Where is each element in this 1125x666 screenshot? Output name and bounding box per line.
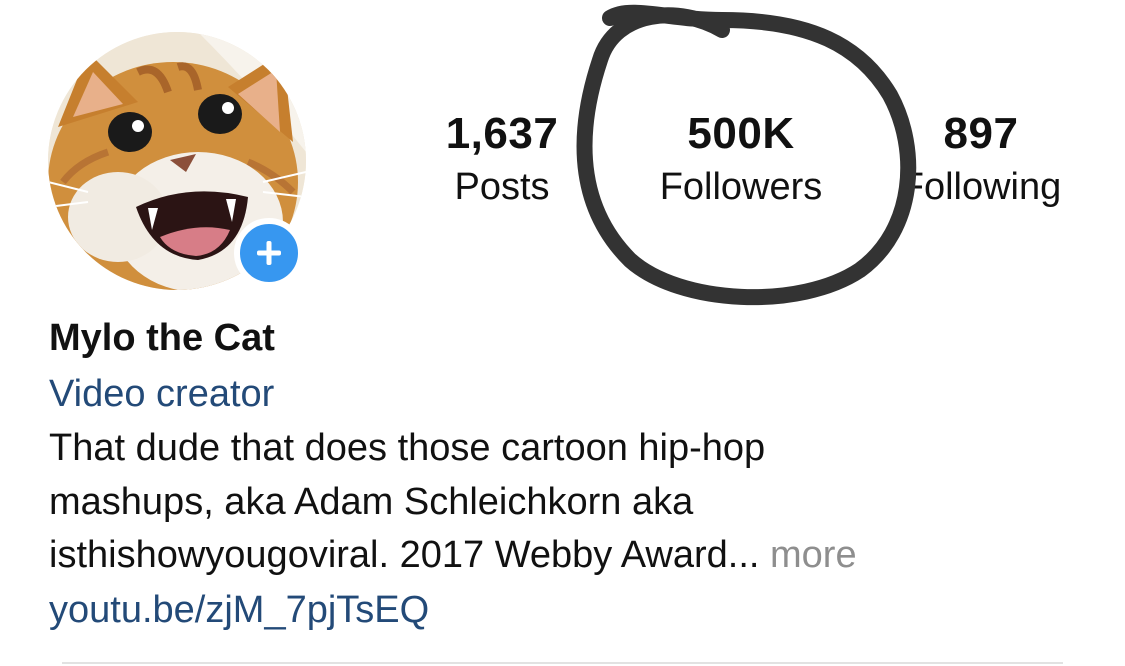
stat-posts[interactable]: 1,637 Posts xyxy=(392,108,612,210)
profile-link[interactable]: youtu.be/zjM_7pjTsEQ xyxy=(49,584,429,636)
followers-label: Followers xyxy=(659,166,823,208)
posts-label: Posts xyxy=(454,166,550,208)
following-count: 897 xyxy=(943,109,1019,158)
bio-line-text: isthishowyougoviral. 2017 Webby Award... xyxy=(49,534,760,576)
bio-line: isthishowyougoviral. 2017 Webby Award...… xyxy=(49,529,1049,583)
following-label: Following xyxy=(900,166,1062,208)
profile-category: Video creator xyxy=(49,373,275,415)
more-button[interactable]: more xyxy=(770,534,857,576)
profile-name: Mylo the Cat xyxy=(49,317,275,359)
stat-following[interactable]: 897 Following xyxy=(871,108,1091,210)
stat-followers[interactable]: 500K Followers xyxy=(631,108,851,210)
followers-count: 500K xyxy=(687,109,795,158)
plus-icon xyxy=(257,241,281,265)
divider xyxy=(62,662,1063,664)
bio-line: mashups, aka Adam Schleichkorn aka xyxy=(49,480,694,523)
bio-line: That dude that does those cartoon hip-ho… xyxy=(49,427,766,469)
add-story-button[interactable] xyxy=(234,218,304,288)
profile-bio: That dude that does those cartoon hip-ho… xyxy=(49,422,1049,583)
posts-count: 1,637 xyxy=(445,109,559,158)
